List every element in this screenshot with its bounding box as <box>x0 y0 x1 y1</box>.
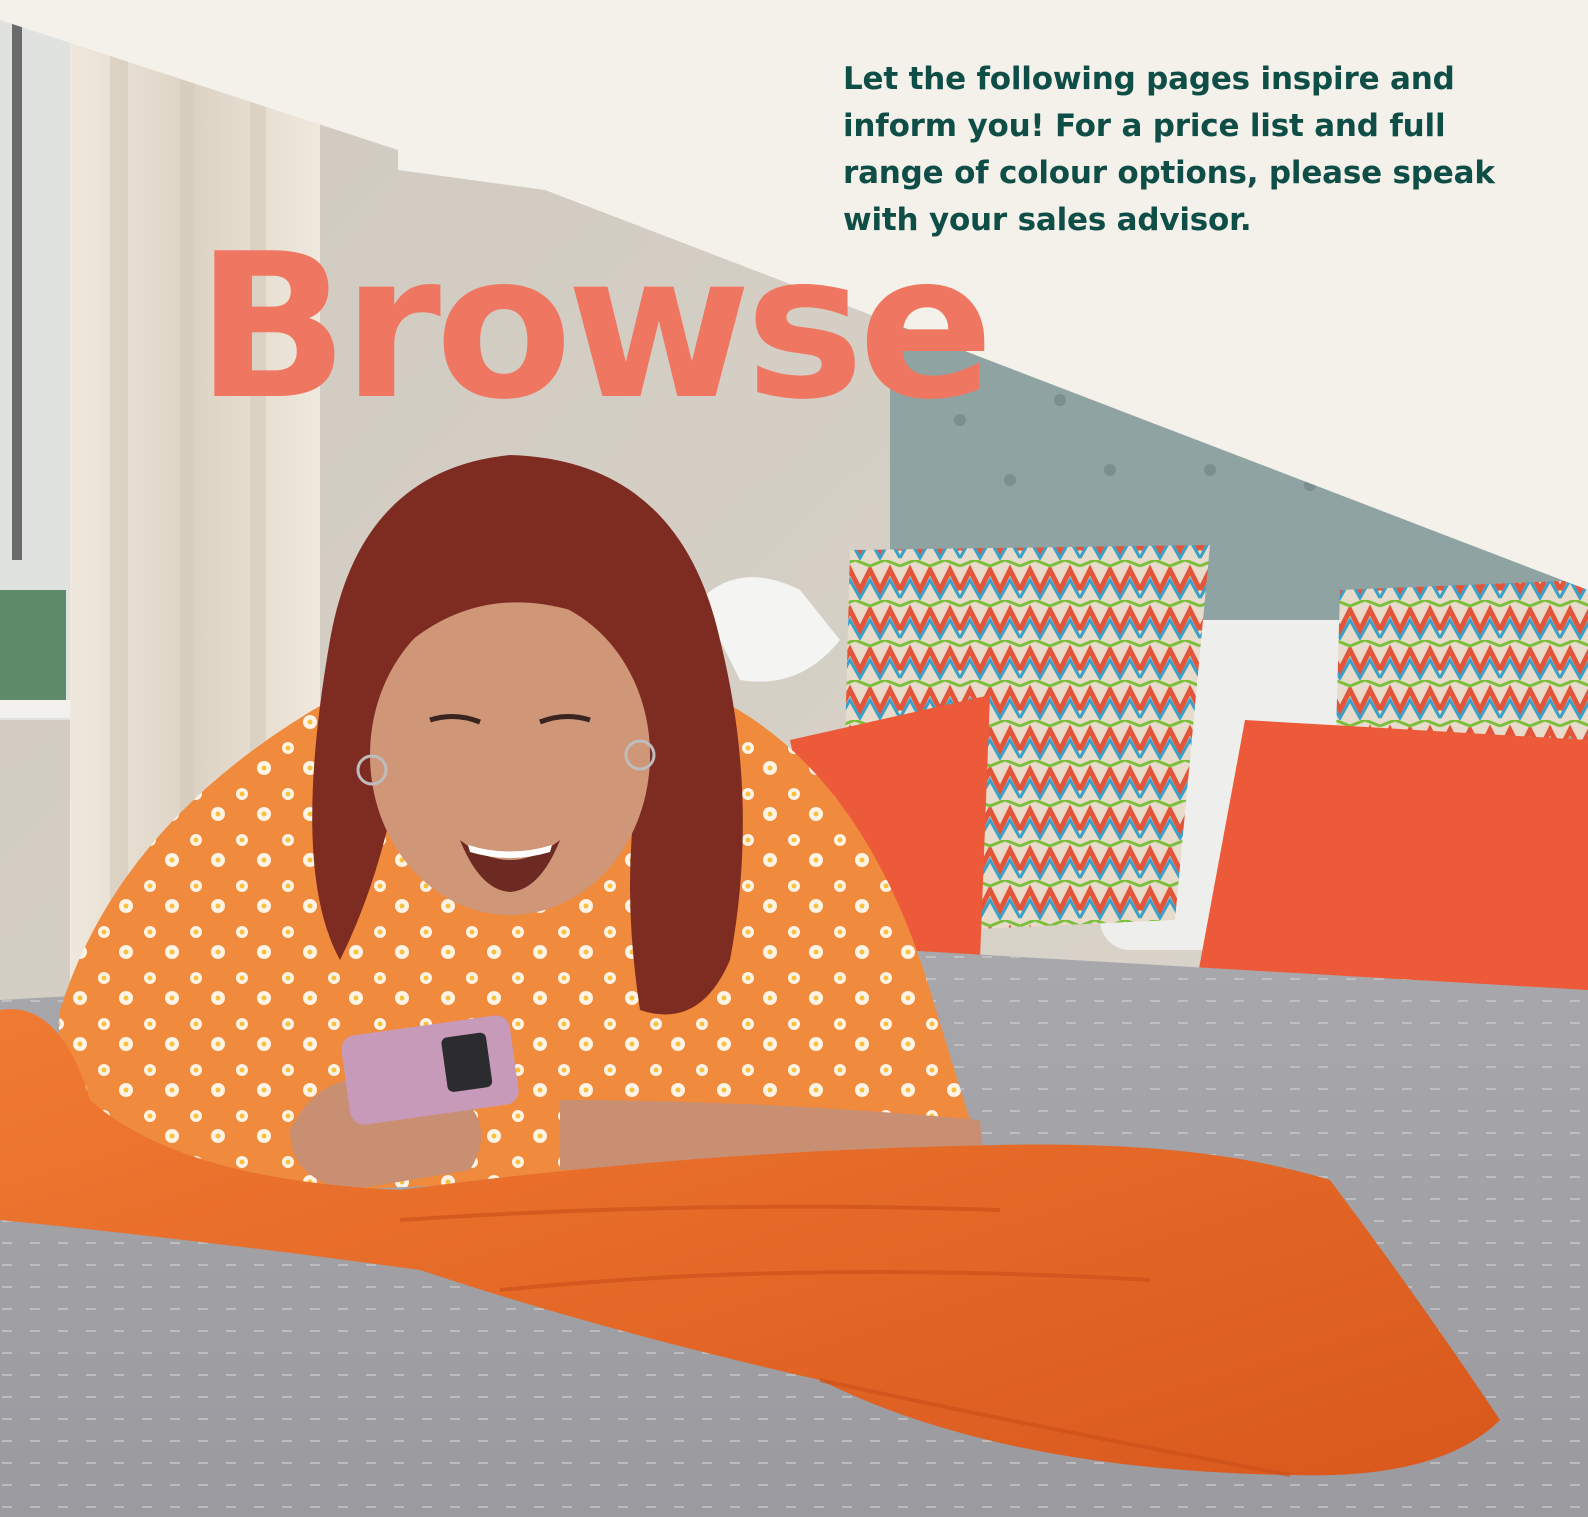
brochure-page: Let the following pages inspire and info… <box>0 0 1588 1517</box>
page-title: Browse <box>196 211 994 444</box>
